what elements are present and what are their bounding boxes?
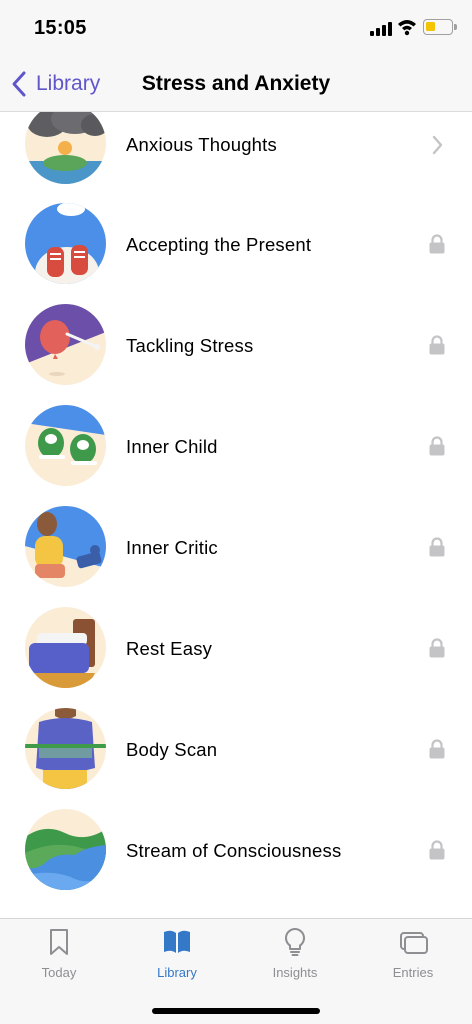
- lightbulb-icon: [280, 927, 310, 957]
- tab-today[interactable]: Today: [0, 919, 118, 989]
- sneakers-illustration: [25, 203, 106, 284]
- list-item-accepting-the-present[interactable]: Accepting the Present: [0, 194, 472, 294]
- list-item-body-scan[interactable]: Body Scan: [0, 699, 472, 799]
- green-shoes-illustration: [25, 405, 106, 486]
- lock-icon: [428, 435, 446, 457]
- lock-icon: [428, 839, 446, 861]
- list-item-label: Body Scan: [126, 739, 218, 760]
- cards-icon: [398, 927, 428, 957]
- battery-icon: [423, 19, 457, 35]
- list-item-anxious-thoughts[interactable]: Anxious Thoughts: [0, 112, 472, 194]
- storm-cloud-sun-illustration: [25, 112, 106, 184]
- list-item-label: Tackling Stress: [126, 335, 254, 356]
- exercise-list: Anxious Thoughts Accepting the Present T…: [0, 112, 472, 918]
- river-landscape-illustration: [25, 809, 106, 890]
- list-item-label: Rest Easy: [126, 638, 213, 659]
- list-item-stream-of-consciousness[interactable]: Stream of Consciousness: [0, 800, 472, 900]
- bookmark-icon: [44, 927, 74, 957]
- tab-label: Library: [157, 965, 197, 980]
- list-item-label: Accepting the Present: [126, 234, 312, 255]
- tab-library[interactable]: Library: [118, 919, 236, 989]
- tab-entries[interactable]: Entries: [354, 919, 472, 989]
- body-scan-illustration: [25, 708, 106, 789]
- cellular-signal-icon: [370, 22, 392, 36]
- list-item-inner-critic[interactable]: Inner Critic: [0, 497, 472, 597]
- lock-icon: [428, 233, 446, 255]
- tab-label: Today: [41, 965, 77, 980]
- balloon-pin-illustration: [25, 304, 106, 385]
- list-item-label: Stream of Consciousness: [126, 840, 342, 861]
- bed-illustration: [25, 607, 106, 688]
- lock-icon: [428, 536, 446, 558]
- home-indicator[interactable]: [152, 1008, 320, 1014]
- list-item-label: Inner Child: [126, 436, 218, 457]
- tab-label: Insights: [272, 965, 318, 980]
- list-item-rest-easy[interactable]: Rest Easy: [0, 598, 472, 698]
- lock-icon: [428, 738, 446, 760]
- list-item-tackling-stress[interactable]: Tackling Stress: [0, 295, 472, 395]
- person-sitting-illustration: [25, 506, 106, 587]
- list-item-label: Anxious Thoughts: [126, 134, 277, 155]
- chevron-right-icon: [428, 134, 446, 156]
- tab-label: Entries: [392, 965, 434, 980]
- lock-icon: [428, 334, 446, 356]
- status-bar: 15:05: [0, 0, 472, 56]
- list-item-label: Inner Critic: [126, 537, 218, 558]
- page-title: Stress and Anxiety: [141, 72, 331, 95]
- open-book-icon: [162, 927, 192, 957]
- tab-bar: Today Library Insights Entries: [0, 918, 472, 1024]
- navigation-bar: Library Stress and Anxiety: [0, 56, 472, 112]
- list-item-inner-child[interactable]: Inner Child: [0, 396, 472, 496]
- tab-insights[interactable]: Insights: [236, 919, 354, 989]
- lock-icon: [428, 637, 446, 659]
- wifi-icon: [397, 18, 417, 36]
- status-time: 15:05: [34, 17, 87, 39]
